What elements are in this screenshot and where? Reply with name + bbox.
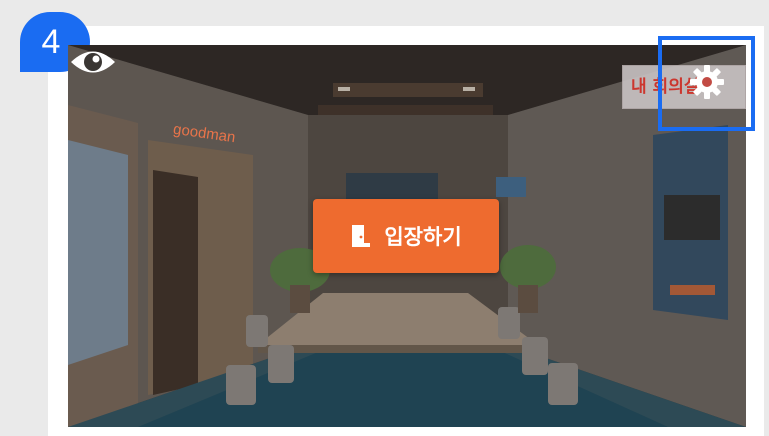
door-icon (352, 225, 371, 247)
eye-icon[interactable] (68, 45, 118, 79)
enter-room-label: 입장하기 (384, 225, 462, 249)
settings-highlight-box (658, 36, 755, 131)
enter-room-button[interactable]: 입장하기 (313, 199, 499, 273)
